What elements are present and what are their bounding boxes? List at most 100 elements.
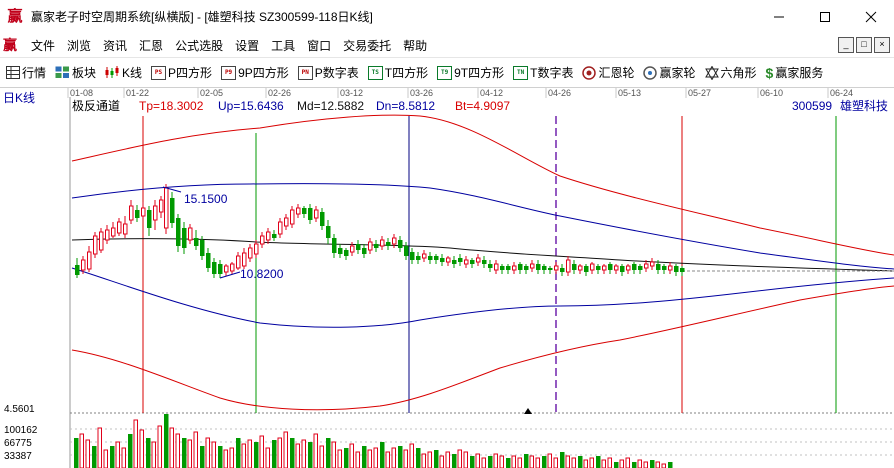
- menu-trade[interactable]: 交易委托: [343, 37, 391, 54]
- candle: [194, 230, 199, 250]
- candle: [548, 266, 553, 274]
- candle: [680, 266, 685, 276]
- volume-bar: [445, 451, 450, 468]
- toolbar-hexagon-button[interactable]: 六角形: [704, 64, 757, 81]
- volume-bar: [619, 459, 624, 468]
- candle: [314, 206, 319, 222]
- volume-bar: [583, 459, 588, 468]
- candle: [596, 264, 601, 274]
- candle: [398, 236, 403, 252]
- menu-browse[interactable]: 浏览: [67, 37, 91, 54]
- candle: [608, 262, 613, 274]
- mdi-restore-button[interactable]: □: [856, 37, 872, 53]
- channel-bottom-line: [71, 285, 894, 411]
- dn-value: Dn=8.5812: [376, 99, 435, 113]
- candle: [506, 264, 511, 274]
- volume-bar: [655, 461, 660, 468]
- menu-help[interactable]: 帮助: [403, 37, 427, 54]
- candle: [224, 264, 229, 276]
- candle: [566, 256, 571, 276]
- toolbar-p-square-button[interactable]: PS P四方形: [151, 64, 212, 81]
- toolbar-sector-button[interactable]: 板块: [55, 64, 96, 81]
- menu-file[interactable]: 文件: [31, 37, 55, 54]
- candle: [308, 204, 313, 224]
- kline-chart[interactable]: 01-08 01-22 02-05 02-26 03-12 03-26 04-12 04-26…: [0, 88, 894, 468]
- close-button[interactable]: [848, 0, 894, 33]
- candle: [230, 262, 235, 274]
- mdi-minimize-button[interactable]: _: [838, 37, 854, 53]
- volume-bar: [481, 457, 486, 468]
- volume-bar: [524, 454, 529, 468]
- candle: [368, 238, 373, 254]
- toolbar-t-table-button[interactable]: TN T数字表: [513, 64, 573, 81]
- toolbar: 行情 板块 K线 PS P四方形 P9 9P四方形 PN P数字表 TS T四方…: [0, 58, 894, 88]
- candle: [326, 220, 331, 244]
- menu-news[interactable]: 资讯: [103, 37, 127, 54]
- menu-settings[interactable]: 设置: [235, 37, 259, 54]
- toolbar-t-table-label: T数字表: [530, 66, 574, 80]
- volume-bar: [416, 448, 421, 468]
- toolbar-hexagon-label: 六角形: [720, 66, 757, 80]
- candle: [512, 262, 517, 274]
- volume-bar: [110, 446, 115, 468]
- maximize-button[interactable]: [802, 0, 848, 33]
- toolbar-p-table-button[interactable]: PN P数字表: [297, 64, 359, 81]
- menu-huien[interactable]: 汇恩: [139, 37, 163, 54]
- mdi-close-button[interactable]: ×: [874, 37, 890, 53]
- volume-bar: [277, 437, 282, 468]
- candle: [500, 264, 505, 274]
- toolbar-t-square-button[interactable]: TS T四方形: [367, 64, 428, 81]
- volume-bar: [398, 446, 403, 468]
- volume-bar: [452, 454, 457, 468]
- toolbar-kline-button[interactable]: K线: [105, 64, 142, 81]
- volume-bar: [547, 453, 552, 468]
- volume-axis-label-1: 100162: [4, 425, 38, 436]
- menu-formula-screen[interactable]: 公式选股: [175, 37, 223, 54]
- hexagon-icon: [704, 65, 719, 80]
- candle: [212, 258, 217, 278]
- volume-bar: [373, 447, 378, 468]
- volume-bar: [187, 439, 192, 468]
- volume-bar: [427, 451, 432, 468]
- menu-tools[interactable]: 工具: [271, 37, 295, 54]
- volume-bar: [614, 462, 619, 468]
- low-annotation-line: [219, 271, 241, 279]
- toolbar-huien-wheel-button[interactable]: 汇恩轮: [582, 64, 634, 81]
- menu-bar: 赢 文件 浏览 资讯 汇恩 公式选股 设置 工具 窗口 交易委托 帮助 _ □ …: [0, 33, 894, 58]
- candle: [434, 254, 439, 264]
- candle: [218, 260, 223, 278]
- candle: [584, 264, 589, 276]
- volume-bar: [475, 453, 480, 468]
- volume-bar: [133, 419, 138, 468]
- menu-window[interactable]: 窗口: [307, 37, 331, 54]
- close-icon: [865, 11, 877, 22]
- date-tick-label: 02-26: [268, 88, 291, 98]
- volume-bar: [272, 440, 277, 468]
- candle: [117, 218, 122, 236]
- volume-bar: [157, 425, 162, 468]
- volume-bar: [493, 453, 498, 468]
- date-tick-label: 02-05: [200, 88, 223, 98]
- volume-bar: [236, 438, 241, 468]
- maximize-icon: [820, 11, 830, 22]
- toolbar-9p-square-button[interactable]: P9 9P四方形: [221, 64, 289, 81]
- volume-bar: [115, 441, 120, 468]
- candle: [518, 262, 523, 274]
- toolbar-quotes-button[interactable]: 行情: [6, 64, 46, 81]
- date-tick-label: 01-08: [70, 88, 93, 98]
- toolbar-winner-wheel-button[interactable]: 赢家轮: [643, 64, 696, 81]
- volume-bar: [241, 443, 246, 468]
- candle: [290, 206, 295, 228]
- volume-bar: [85, 439, 90, 468]
- candle: [464, 256, 469, 268]
- minimize-button[interactable]: [756, 0, 802, 33]
- toolbar-9t-square-button[interactable]: T9 9T四方形: [437, 64, 504, 81]
- candle: [458, 254, 463, 266]
- volume-bar: [151, 441, 156, 468]
- candle: [75, 258, 80, 278]
- candlestick-series: [75, 184, 685, 278]
- toolbar-service-button[interactable]: $ 赢家服务: [766, 64, 824, 81]
- candle: [428, 252, 433, 264]
- volume-bar: [578, 456, 583, 468]
- candle: [554, 262, 559, 274]
